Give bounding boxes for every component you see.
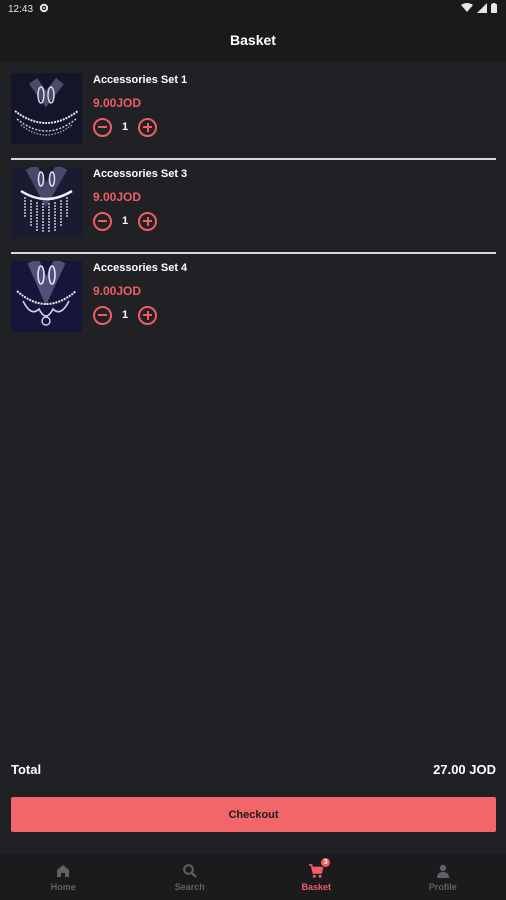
item-name: Accessories Set 4 bbox=[93, 262, 188, 274]
checkout-button[interactable]: Checkout bbox=[11, 797, 496, 832]
item-price: 9.00JOD bbox=[93, 284, 142, 298]
increase-quantity-icon[interactable] bbox=[138, 211, 157, 231]
basket-item[interactable]: Accessories Set 1 9.00JOD 1 bbox=[11, 66, 496, 160]
item-quantity: 1 bbox=[121, 309, 129, 321]
status-time: 12:43 bbox=[8, 3, 34, 15]
item-info: Accessories Set 3 9.00JOD 1 bbox=[93, 168, 187, 232]
total-label: Total bbox=[11, 761, 42, 777]
decrease-quantity-icon[interactable] bbox=[93, 117, 112, 137]
total-value: 27.00 JOD bbox=[433, 761, 496, 777]
nav-label: Home bbox=[50, 881, 76, 892]
page-title: Basket bbox=[230, 32, 276, 48]
nav-label: Basket bbox=[301, 881, 332, 892]
app-bar: Basket bbox=[0, 18, 506, 62]
nav-label: Search bbox=[174, 881, 205, 892]
basket-item[interactable]: Accessories Set 3 9.00JOD 1 bbox=[11, 160, 496, 254]
nav-item-profile[interactable]: Profile bbox=[380, 854, 506, 900]
increase-quantity-icon[interactable] bbox=[138, 305, 157, 325]
quantity-stepper: 1 bbox=[93, 210, 187, 232]
settings-gear-icon bbox=[39, 3, 49, 16]
status-left: 12:43 bbox=[8, 3, 49, 16]
product-image bbox=[11, 167, 82, 238]
wifi-icon bbox=[461, 2, 473, 16]
person-icon bbox=[435, 863, 451, 879]
item-price: 9.00JOD bbox=[93, 96, 142, 110]
quantity-stepper: 1 bbox=[93, 304, 187, 326]
search-icon bbox=[182, 863, 198, 879]
checkout-label: Checkout bbox=[228, 808, 279, 821]
nav-label: Profile bbox=[428, 881, 457, 892]
nav-item-basket[interactable]: 3 Basket bbox=[253, 854, 380, 900]
home-icon bbox=[55, 863, 71, 879]
item-info: Accessories Set 1 9.00JOD 1 bbox=[93, 74, 187, 138]
basket-item[interactable]: Accessories Set 4 9.00JOD 1 bbox=[11, 254, 496, 348]
basket-list: Accessories Set 1 9.00JOD 1 Accessories … bbox=[11, 66, 496, 348]
nav-item-home[interactable]: Home bbox=[0, 854, 127, 900]
decrease-quantity-icon[interactable] bbox=[93, 305, 112, 325]
item-quantity: 1 bbox=[121, 215, 129, 227]
cart-icon: 3 bbox=[308, 856, 332, 879]
item-name: Accessories Set 3 bbox=[93, 168, 188, 180]
status-right bbox=[461, 2, 497, 16]
item-info: Accessories Set 4 9.00JOD 1 bbox=[93, 262, 187, 326]
nav-item-search[interactable]: Search bbox=[127, 854, 254, 900]
signal-icon bbox=[477, 2, 487, 16]
product-image bbox=[11, 73, 82, 144]
item-quantity: 1 bbox=[121, 121, 129, 133]
product-image bbox=[11, 261, 82, 332]
item-name: Accessories Set 1 bbox=[93, 74, 188, 86]
bottom-nav: Home Search 3 Basket Profile bbox=[0, 854, 506, 900]
total-row: Total 27.00 JOD bbox=[11, 760, 496, 778]
cart-count-badge: 3 bbox=[320, 856, 332, 868]
decrease-quantity-icon[interactable] bbox=[93, 211, 112, 231]
quantity-stepper: 1 bbox=[93, 116, 187, 138]
increase-quantity-icon[interactable] bbox=[138, 117, 157, 137]
battery-icon bbox=[491, 2, 497, 16]
status-bar: 12:43 bbox=[0, 0, 506, 18]
item-price: 9.00JOD bbox=[93, 190, 142, 204]
